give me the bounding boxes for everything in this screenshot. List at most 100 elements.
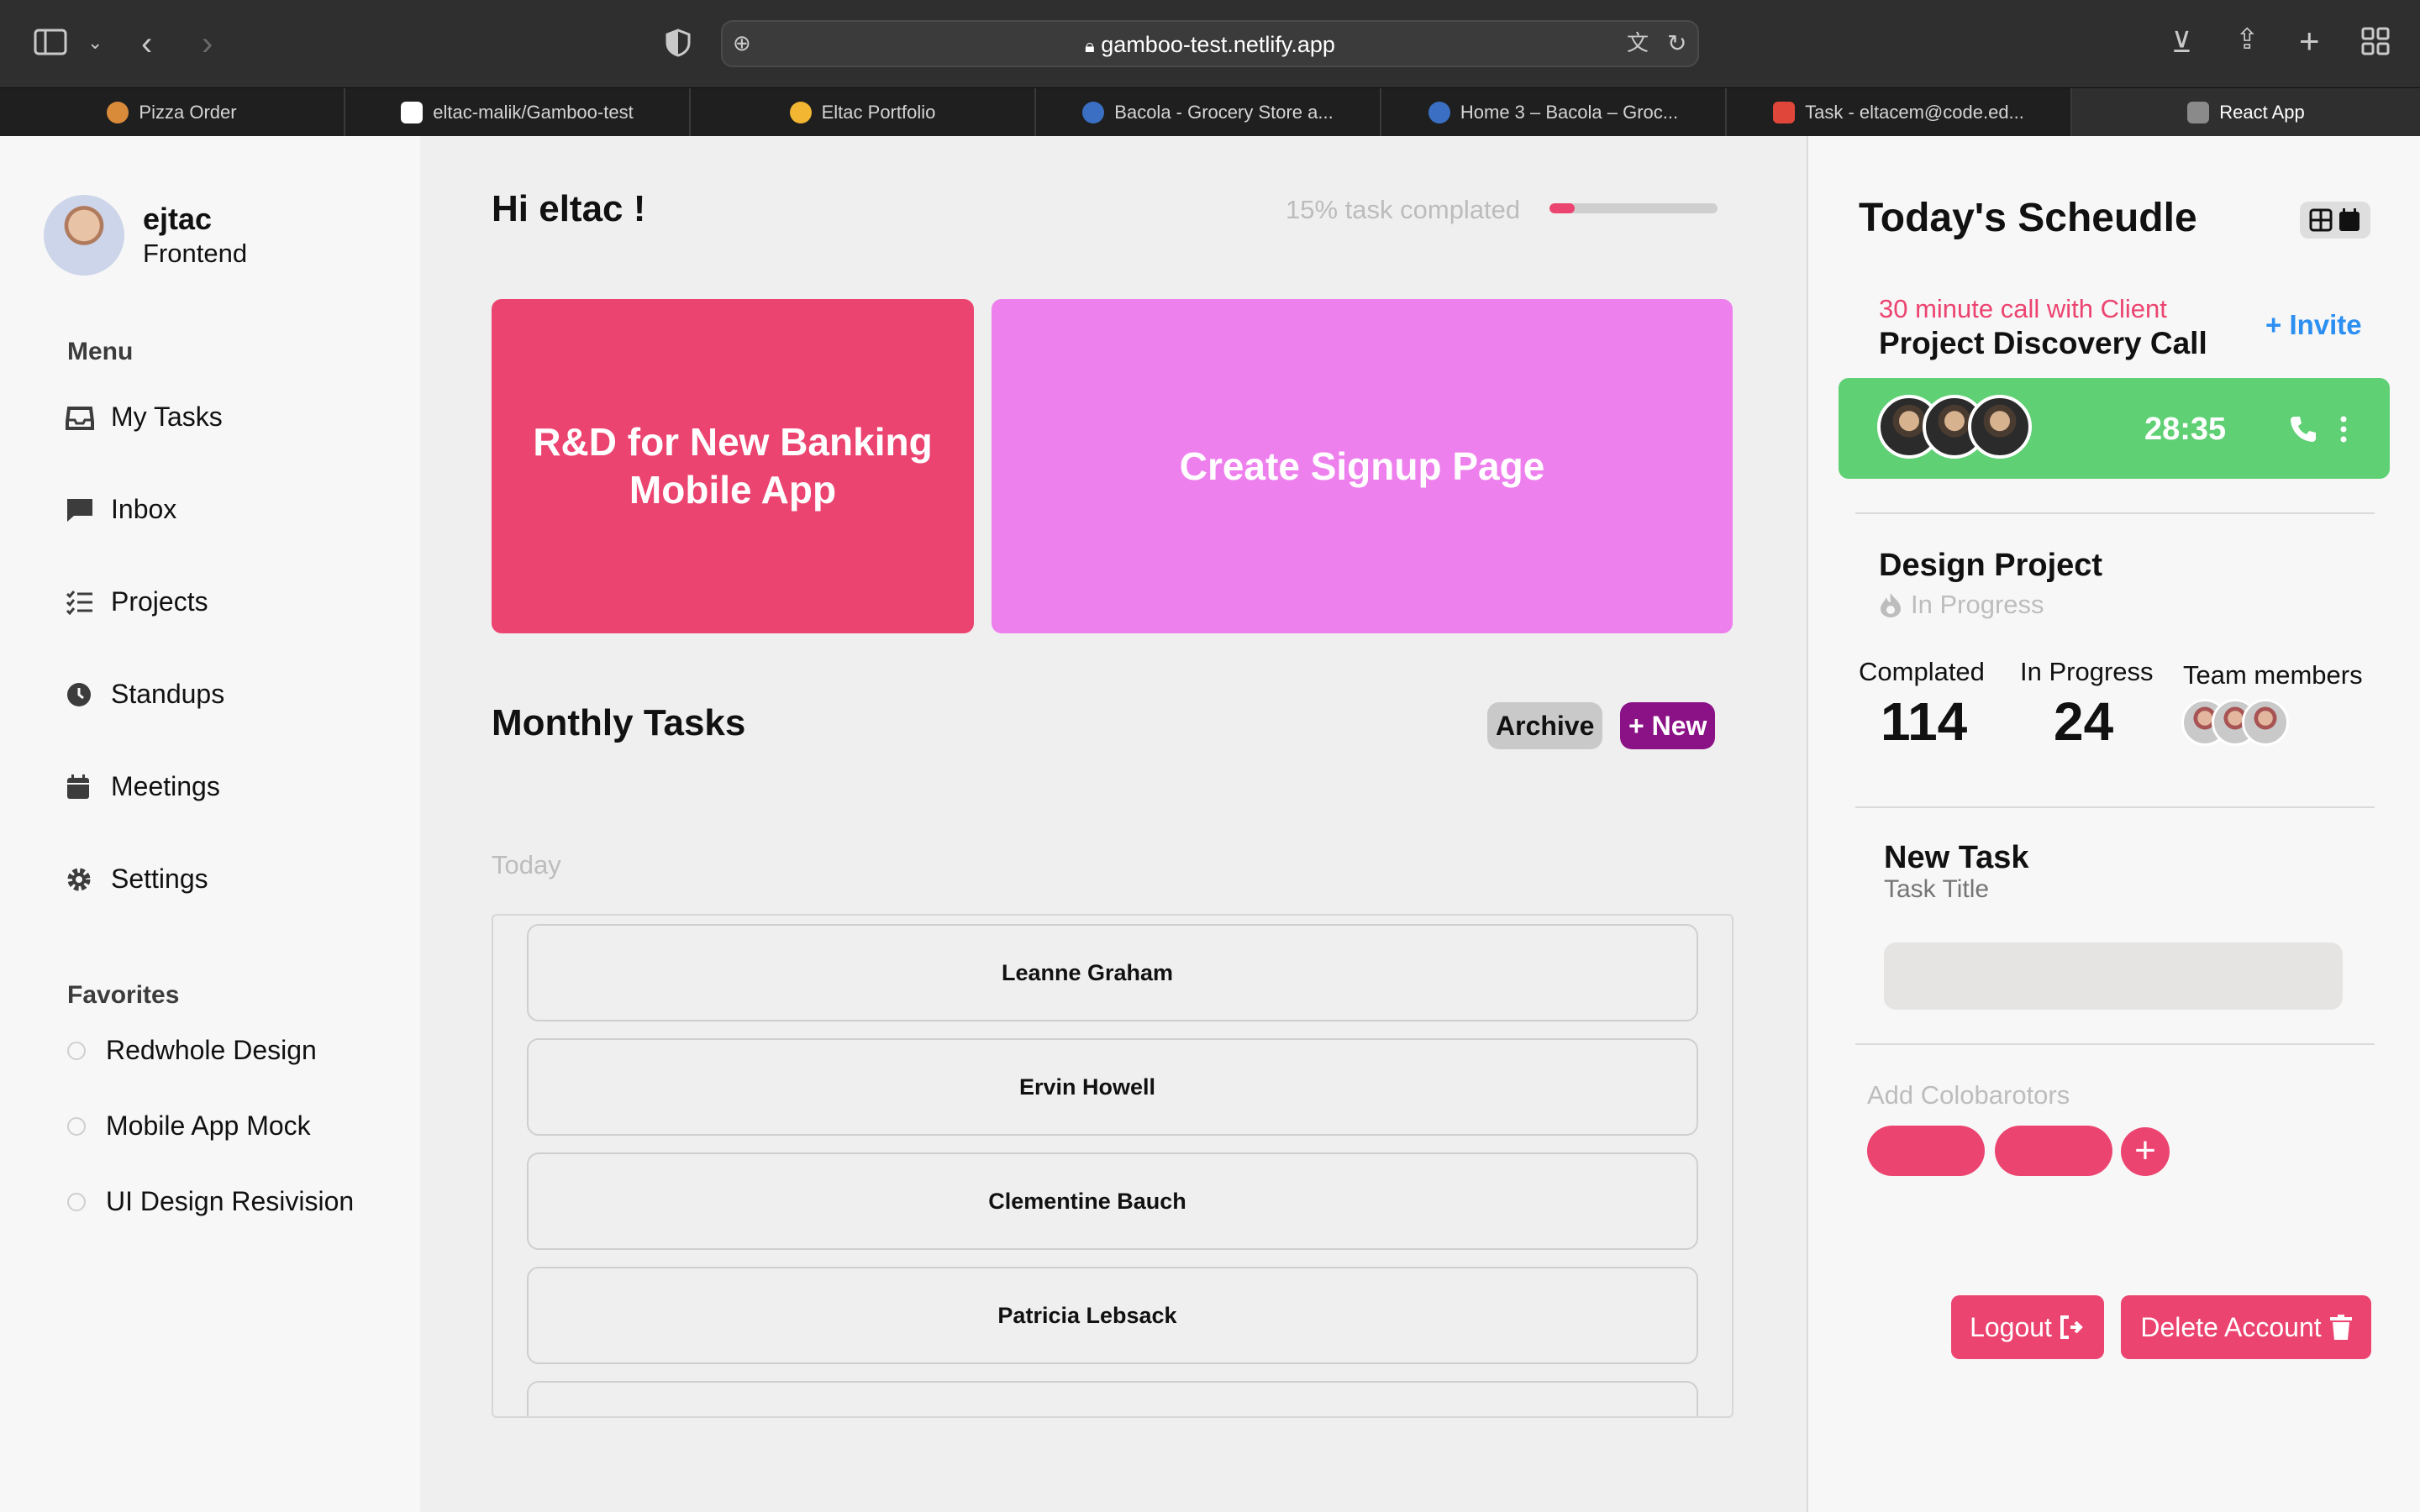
tab-label: Task - eltacem@code.ed...	[1805, 102, 2024, 123]
favorite-item[interactable]: Mobile App Mock	[67, 1110, 311, 1142]
grid-icon[interactable]	[2309, 208, 2333, 232]
download-icon[interactable]: ⊻	[2171, 29, 2192, 57]
new-task-button[interactable]: + New	[1620, 702, 1716, 749]
sidebar: ejtac Frontend Menu My Tasks Inbox Proje…	[0, 136, 420, 1512]
sidebar-item-inbox[interactable]: Inbox	[66, 494, 176, 525]
task-description-field[interactable]	[1884, 942, 2343, 1010]
circle-icon	[67, 1116, 86, 1136]
sidebar-item-meetings[interactable]: Meetings	[66, 771, 220, 802]
schedule-title: Today's Scheudle	[1859, 196, 2197, 240]
progress-bar	[1549, 203, 1718, 213]
add-collaborator-button[interactable]: +	[2121, 1127, 2170, 1176]
portfolio-favicon-icon	[789, 102, 812, 123]
back-arrow-icon[interactable]: ‹	[141, 27, 152, 60]
project-card[interactable]: Create Signup Page	[992, 299, 1733, 633]
sidebar-item-standups[interactable]: Standups	[66, 679, 224, 710]
phone-icon[interactable]	[2289, 415, 2317, 444]
tab-gmail[interactable]: Task - eltacem@code.ed...	[1727, 88, 2072, 137]
url-text: 🔒︎ gamboo-test.netlify.app	[723, 32, 1697, 58]
stat-label: Complated	[1859, 657, 1985, 686]
archive-button[interactable]: Archive	[1487, 702, 1603, 749]
stat-value: 114	[1881, 691, 1968, 752]
avatar[interactable]	[44, 195, 124, 276]
collaborator-pill[interactable]	[1995, 1126, 2112, 1176]
sidebar-item-projects[interactable]: Projects	[66, 586, 208, 617]
project-card[interactable]: R&D for New Banking Mobile App	[492, 299, 974, 633]
bacola-favicon-icon	[1428, 102, 1450, 123]
favorite-label: Redwhole Design	[106, 1035, 317, 1065]
task-name: Ervin Howell	[1018, 1074, 1156, 1100]
list-item[interactable]	[527, 1381, 1698, 1416]
new-tab-icon[interactable]: +	[2299, 24, 2320, 59]
flame-icon	[1881, 593, 1901, 617]
task-title-input[interactable]	[1884, 875, 2208, 904]
invite-button[interactable]: + Invite	[2265, 309, 2362, 341]
more-options-icon[interactable]	[2339, 415, 2348, 444]
sign-out-icon	[2060, 1315, 2083, 1339]
list-item[interactable]: Patricia Lebsack	[527, 1267, 1698, 1364]
call-subtitle: 30 minute call with Client	[1879, 294, 2167, 323]
tab-react-app[interactable]: React App	[2072, 88, 2420, 137]
favorite-label: Mobile App Mock	[106, 1110, 311, 1141]
tab-bacola-home[interactable]: Home 3 – Bacola – Groc...	[1381, 88, 1727, 137]
tab-overview-icon[interactable]	[2361, 27, 2390, 60]
reload-icon[interactable]: ↻	[1667, 32, 1686, 55]
shield-icon[interactable]	[666, 29, 691, 62]
delete-account-button[interactable]: Delete Account	[2121, 1295, 2371, 1359]
sidebar-item-my-tasks[interactable]: My Tasks	[66, 402, 223, 433]
calendar-icon	[67, 774, 89, 799]
tab-pizza-order[interactable]: Pizza Order	[0, 88, 345, 137]
view-toggle[interactable]	[2300, 202, 2370, 239]
tab-label: Home 3 – Bacola – Groc...	[1460, 102, 1679, 123]
tab-github[interactable]: eltac-malik/Gamboo-test	[345, 88, 691, 137]
project-status-label: In Progress	[1911, 590, 2044, 619]
pizza-favicon-icon	[107, 102, 129, 123]
list-item[interactable]: Clementine Bauch	[527, 1152, 1698, 1250]
calendar-icon[interactable]	[2338, 208, 2361, 232]
clock-icon	[67, 682, 91, 706]
address-bar[interactable]: ⊕ 🔒︎ gamboo-test.netlify.app 文 ↻	[721, 20, 1699, 67]
translate-icon[interactable]: 文	[1627, 32, 1649, 54]
menu-heading: Menu	[67, 338, 134, 365]
schedule-panel: Today's Scheudle 30 minute call with Cli…	[1807, 136, 2420, 1512]
react-app-favicon-icon	[2187, 102, 2210, 123]
tab-label: Pizza Order	[139, 102, 237, 123]
tab-portfolio[interactable]: Eltac Portfolio	[691, 88, 1036, 137]
tab-bar: Pizza Order eltac-malik/Gamboo-test Elta…	[0, 87, 2420, 137]
list-item[interactable]: Leanne Graham	[527, 924, 1698, 1021]
task-list[interactable]: Leanne Graham Ervin Howell Clementine Ba…	[492, 914, 1733, 1418]
task-name: Clementine Bauch	[988, 1188, 1186, 1214]
stat-value: 24	[2054, 691, 2114, 752]
trash-icon	[2329, 1315, 2352, 1340]
team-label: Team members	[2183, 660, 2363, 690]
section-title: Monthly Tasks	[492, 702, 746, 743]
forward-arrow-icon[interactable]: ›	[202, 27, 213, 60]
project-status: In Progress	[1879, 590, 2044, 620]
chevron-down-icon[interactable]: ⌄	[87, 34, 103, 52]
gmail-favicon-icon	[1773, 102, 1796, 123]
tab-bacola-grocery[interactable]: Bacola - Grocery Store a...	[1036, 88, 1381, 137]
sidebar-item-settings[interactable]: Settings	[66, 864, 208, 895]
github-favicon-icon	[401, 102, 424, 123]
logout-button[interactable]: Logout	[1951, 1295, 2104, 1359]
tab-label: Bacola - Grocery Store a...	[1114, 102, 1334, 123]
favorite-label: UI Design Resivision	[106, 1186, 355, 1216]
list-item[interactable]: Ervin Howell	[527, 1038, 1698, 1136]
favorite-item[interactable]: UI Design Resivision	[67, 1186, 354, 1217]
task-name: Leanne Graham	[1001, 959, 1174, 985]
avatar	[2242, 699, 2289, 746]
url-label: gamboo-test.netlify.app	[1101, 32, 1335, 57]
share-icon[interactable]: ⇪	[2235, 25, 2260, 54]
collaborator-pill[interactable]	[1867, 1126, 1985, 1176]
favorite-item[interactable]: Redwhole Design	[67, 1035, 317, 1066]
new-task-title: New Task	[1884, 840, 2029, 875]
progress-fill	[1549, 203, 1575, 213]
active-call-bar[interactable]: 28:35	[1839, 378, 2390, 479]
main-content: Hi eltac ! 15% task complated R&D for Ne…	[420, 136, 1807, 1512]
task-name: Patricia Lebsack	[997, 1302, 1177, 1328]
chat-bubble-icon	[67, 498, 92, 522]
browser-toolbar: ⌄ ‹ › ⊕ 🔒︎ gamboo-test.netlify.app 文 ↻ ⊻…	[0, 0, 2420, 87]
tab-label: Eltac Portfolio	[821, 102, 936, 123]
sidebar-toggle-icon[interactable]	[34, 29, 67, 60]
project-title: Design Project	[1879, 548, 2103, 583]
